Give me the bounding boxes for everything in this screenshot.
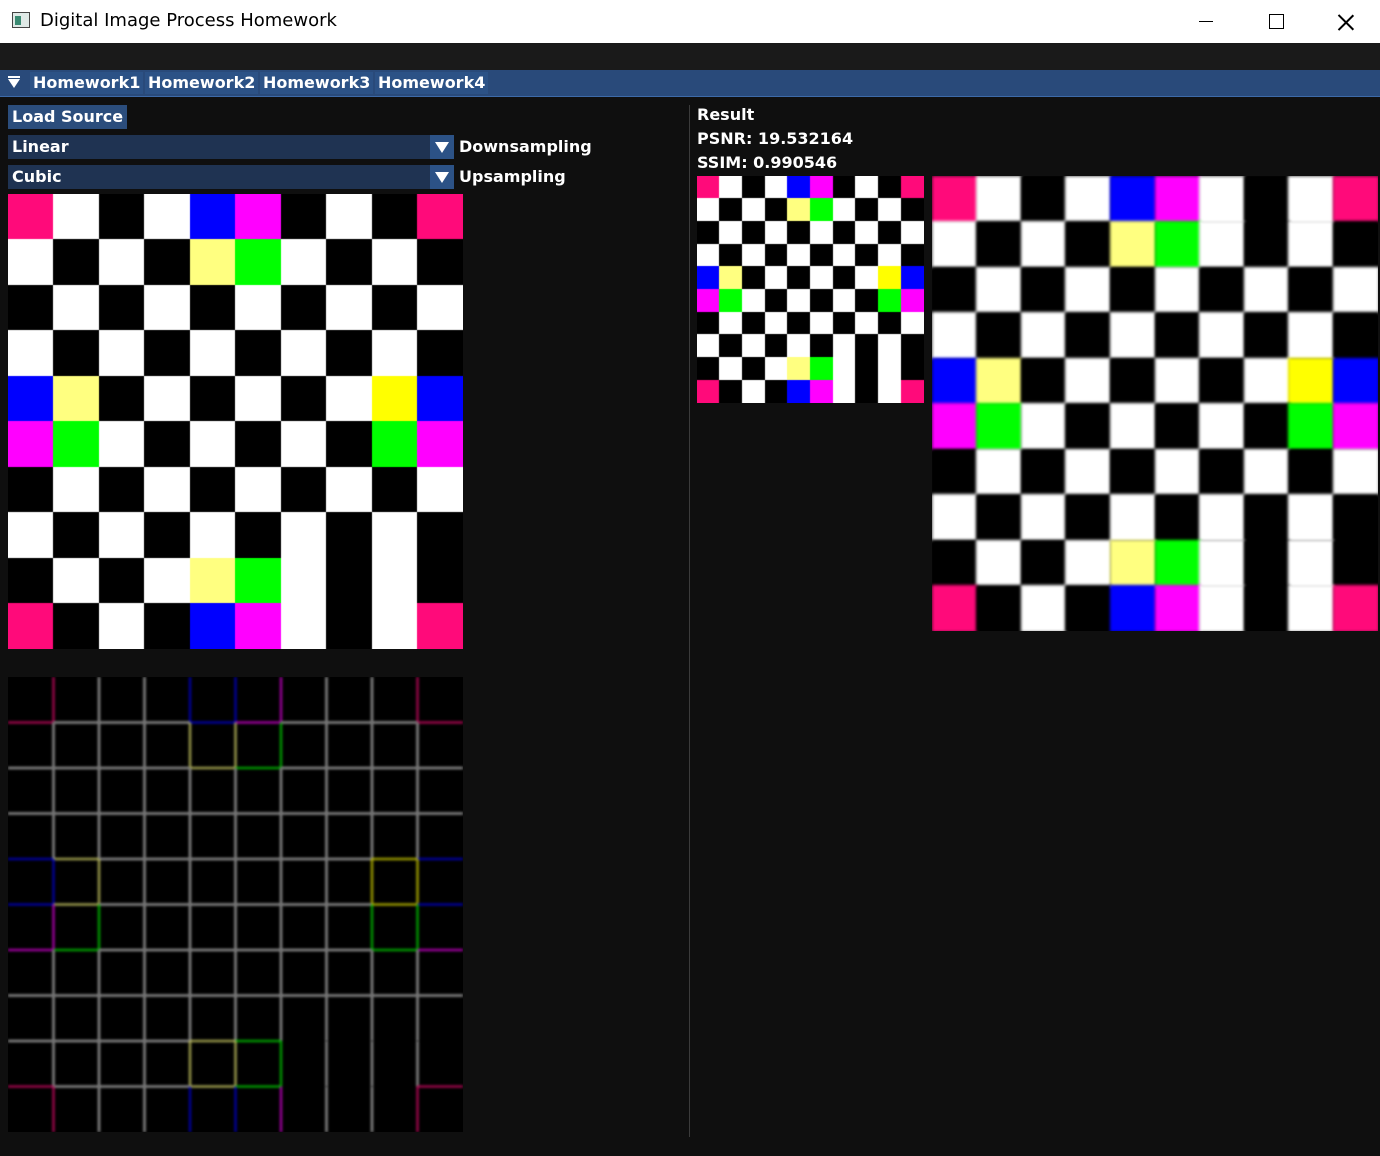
tab-homework3[interactable]: Homework3 [260,72,374,94]
tab-homework4[interactable]: Homework4 [375,72,489,94]
close-button[interactable] [1311,0,1380,43]
result-heading: Result [697,105,755,124]
window-title: Digital Image Process Homework [40,10,337,31]
load-source-button[interactable]: Load Source [8,105,128,129]
upsampled-image [932,176,1378,631]
window-titlebar: Digital Image Process Homework [0,0,1380,43]
chevron-down-icon[interactable] [430,135,454,159]
tab-homework1[interactable]: Homework1 [30,72,144,94]
column-divider [689,105,690,1137]
upsampling-label: Upsampling [459,167,566,186]
app-icon [12,12,30,28]
menu-area [0,43,1380,70]
downsampled-image [697,176,924,403]
downsampling-value: Linear [12,137,69,156]
collapse-triangle-icon[interactable] [8,76,20,88]
minimize-button[interactable] [1171,0,1241,43]
chevron-down-icon[interactable] [430,165,454,189]
tab-bar: Homework1 Homework2 Homework3 Homework4 [0,70,1380,97]
upsampling-select[interactable]: Cubic [8,165,454,189]
tab-homework2[interactable]: Homework2 [145,72,259,94]
maximize-icon [1268,14,1284,29]
upsampling-value: Cubic [12,167,62,186]
minimize-icon [1199,21,1213,22]
downsampling-select[interactable]: Linear [8,135,454,159]
source-image [8,194,463,649]
downsampling-label: Downsampling [459,137,592,156]
maximize-button[interactable] [1241,0,1311,43]
ssim-value: SSIM: 0.990546 [697,153,838,172]
edge-map-image [8,677,463,1132]
psnr-value: PSNR: 19.532164 [697,129,854,148]
close-icon [1338,14,1354,30]
